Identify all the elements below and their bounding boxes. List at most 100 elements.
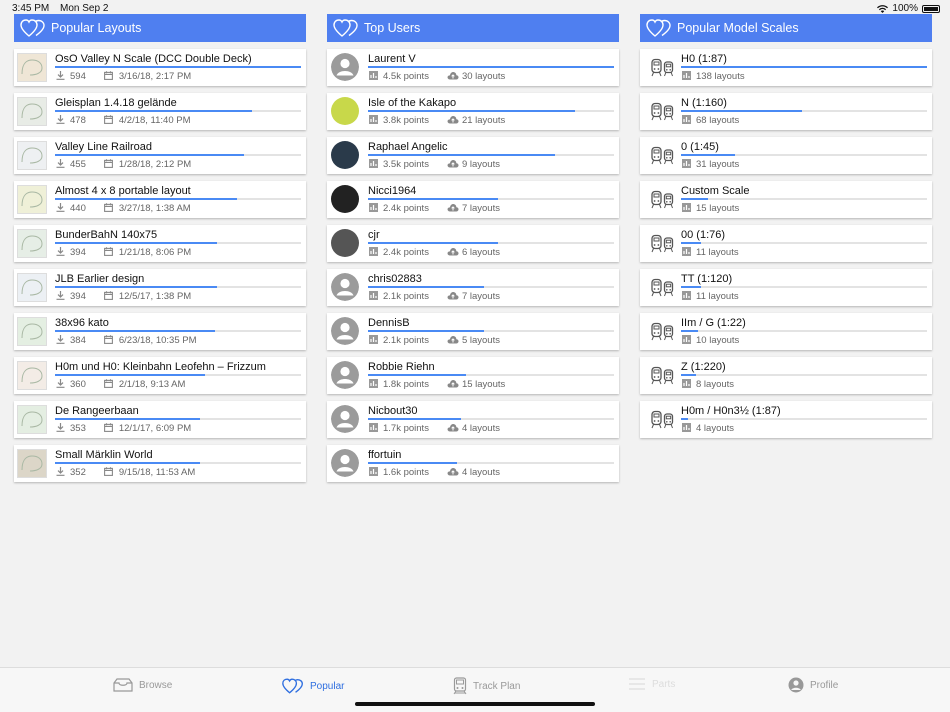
trains-icon bbox=[651, 322, 675, 346]
progress-bar-fill bbox=[681, 330, 699, 332]
tab-browse[interactable]: Browse bbox=[113, 677, 172, 693]
progress-bar bbox=[55, 198, 301, 200]
user-card[interactable]: Raphael Angelic 3.5k points 9 layouts bbox=[327, 137, 619, 174]
user-card[interactable]: chris02883 2.1k points 7 layouts bbox=[327, 269, 619, 306]
user-card[interactable]: Robbie Riehn 1.8k points 15 layouts bbox=[327, 357, 619, 394]
calendar-icon bbox=[104, 115, 114, 126]
stats-icon bbox=[368, 291, 378, 302]
layout-card[interactable]: Gleisplan 1.4.18 gelände 478 4/2/18, 11:40… bbox=[14, 93, 306, 130]
layout-date: 2/1/18, 9:13 AM bbox=[118, 379, 186, 390]
scale-name: IIm / G (1:22) bbox=[681, 317, 746, 329]
stats-icon bbox=[681, 423, 691, 434]
scale-card[interactable]: N (1:160) 68 layouts bbox=[640, 93, 932, 130]
progress-bar-fill bbox=[368, 418, 462, 420]
scale-layouts: 68 layouts bbox=[696, 115, 740, 126]
stats-icon bbox=[368, 159, 378, 170]
scale-layouts: 11 layouts bbox=[696, 291, 739, 302]
tab-profile[interactable]: Profile bbox=[788, 677, 838, 693]
user-points: 3.8k points bbox=[383, 115, 429, 126]
layout-meta: 394 1/21/18, 8:06 PM bbox=[55, 247, 191, 258]
scale-meta: 11 layouts bbox=[681, 247, 739, 258]
layout-card[interactable]: De Rangeerbaan 353 12/1/17, 6:09 PM bbox=[14, 401, 306, 438]
user-meta: 1.7k points 4 layouts bbox=[368, 423, 500, 434]
user-meta: 4.5k points 30 layouts bbox=[368, 71, 505, 82]
scale-meta: 68 layouts bbox=[681, 115, 739, 126]
download-icon bbox=[55, 291, 65, 302]
user-layouts: 21 layouts bbox=[461, 115, 506, 126]
user-name: Nicci1964 bbox=[368, 185, 417, 197]
layout-card[interactable]: OsO Valley N Scale (DCC Double Deck) 594 3… bbox=[14, 49, 306, 86]
trains-icon bbox=[651, 366, 675, 390]
progress-bar bbox=[55, 418, 301, 420]
stats-icon bbox=[368, 423, 378, 434]
stats-icon bbox=[368, 335, 378, 346]
user-points: 4.5k points bbox=[383, 71, 429, 82]
download-icon bbox=[55, 115, 65, 126]
cloud-upload-icon bbox=[447, 159, 459, 170]
scale-card[interactable]: H0m / H0n3½ (1:87) 4 layouts bbox=[640, 401, 932, 438]
user-card[interactable]: DennisB 2.1k points 5 layouts bbox=[327, 313, 619, 350]
scale-card[interactable]: 00 (1:76) 11 layouts bbox=[640, 225, 932, 262]
download-count: 440 bbox=[70, 203, 86, 214]
stats-icon bbox=[681, 291, 691, 302]
user-layouts: 4 layouts bbox=[461, 467, 500, 478]
progress-bar-fill bbox=[368, 242, 499, 244]
user-card[interactable]: ffortuin 1.6k points 4 layouts bbox=[327, 445, 619, 482]
scale-card[interactable]: H0 (1:87) 138 layouts bbox=[640, 49, 932, 86]
model-scales-column: Popular Model Scales H0 (1:87) 138 layout… bbox=[640, 14, 932, 438]
user-card[interactable]: Laurent V 4.5k points 30 layouts bbox=[327, 49, 619, 86]
layout-title: Valley Line Railroad bbox=[55, 141, 153, 153]
layout-card[interactable]: H0m und H0: Kleinbahn Leofehn – Frizzum 3… bbox=[14, 357, 306, 394]
user-name: chris02883 bbox=[368, 273, 422, 285]
scale-card[interactable]: TT (1:120) 11 layouts bbox=[640, 269, 932, 306]
scale-layouts: 15 layouts bbox=[696, 203, 740, 214]
calendar-icon bbox=[104, 379, 114, 390]
layout-card[interactable]: Valley Line Railroad 455 1/28/18, 2:12 PM bbox=[14, 137, 306, 174]
avatar bbox=[331, 273, 359, 301]
scale-card[interactable]: IIm / G (1:22) 10 layouts bbox=[640, 313, 932, 350]
scale-meta: 11 layouts bbox=[681, 291, 739, 302]
progress-bar bbox=[55, 66, 301, 68]
popular-layouts-header: Popular Layouts bbox=[14, 14, 306, 42]
layout-card[interactable]: JLB Earlier design 394 12/5/17, 1:38 PM bbox=[14, 269, 306, 306]
progress-bar-fill bbox=[681, 286, 701, 288]
progress-bar bbox=[55, 110, 301, 112]
layout-card[interactable]: BunderBahN 140x75 394 1/21/18, 8:06 PM bbox=[14, 225, 306, 262]
progress-bar bbox=[368, 242, 614, 244]
progress-bar-fill bbox=[368, 374, 467, 376]
progress-bar bbox=[681, 286, 927, 288]
layout-card[interactable]: Almost 4 x 8 portable layout 440 3/27/18, … bbox=[14, 181, 306, 218]
scale-card[interactable]: 0 (1:45) 31 layouts bbox=[640, 137, 932, 174]
calendar-icon bbox=[104, 203, 114, 214]
layout-meta: 353 12/1/17, 6:09 PM bbox=[55, 423, 191, 434]
user-name: Robbie Riehn bbox=[368, 361, 435, 373]
progress-bar-fill bbox=[368, 66, 614, 68]
cloud-upload-icon bbox=[447, 467, 459, 478]
user-card[interactable]: Isle of the Kakapo 3.8k points 21 layouts bbox=[327, 93, 619, 130]
tab-parts[interactable]: Parts bbox=[628, 677, 675, 691]
tab-browse-label: Browse bbox=[139, 679, 173, 691]
layout-meta: 352 9/15/18, 11:53 AM bbox=[55, 467, 195, 478]
scale-card[interactable]: Z (1:220) 8 layouts bbox=[640, 357, 932, 394]
user-card[interactable]: Nicci1964 2.4k points 7 layouts bbox=[327, 181, 619, 218]
user-points: 2.1k points bbox=[383, 335, 429, 346]
scale-card[interactable]: Custom Scale 15 layouts bbox=[640, 181, 932, 218]
user-card[interactable]: Nicbout30 1.7k points 4 layouts bbox=[327, 401, 619, 438]
scale-layouts: 8 layouts bbox=[696, 379, 735, 390]
tab-popular[interactable]: Popular bbox=[282, 677, 344, 695]
avatar bbox=[331, 185, 359, 213]
progress-bar bbox=[681, 198, 927, 200]
user-card[interactable]: cjr 2.4k points 6 layouts bbox=[327, 225, 619, 262]
layout-card[interactable]: Small Märklin World 352 9/15/18, 11:53 AM bbox=[14, 445, 306, 482]
cloud-upload-icon bbox=[447, 335, 459, 346]
download-icon bbox=[55, 203, 65, 214]
trains-icon bbox=[651, 58, 675, 82]
layout-date: 1/28/18, 2:12 PM bbox=[118, 159, 192, 170]
download-icon bbox=[55, 247, 65, 258]
user-points: 1.8k points bbox=[383, 379, 429, 390]
download-count: 384 bbox=[70, 335, 86, 346]
avatar bbox=[331, 317, 359, 345]
layout-card[interactable]: 38x96 kato 384 6/23/18, 10:35 PM bbox=[14, 313, 306, 350]
user-meta: 2.4k points 6 layouts bbox=[368, 247, 500, 258]
tab-track-plan[interactable]: Track Plan bbox=[453, 677, 520, 695]
